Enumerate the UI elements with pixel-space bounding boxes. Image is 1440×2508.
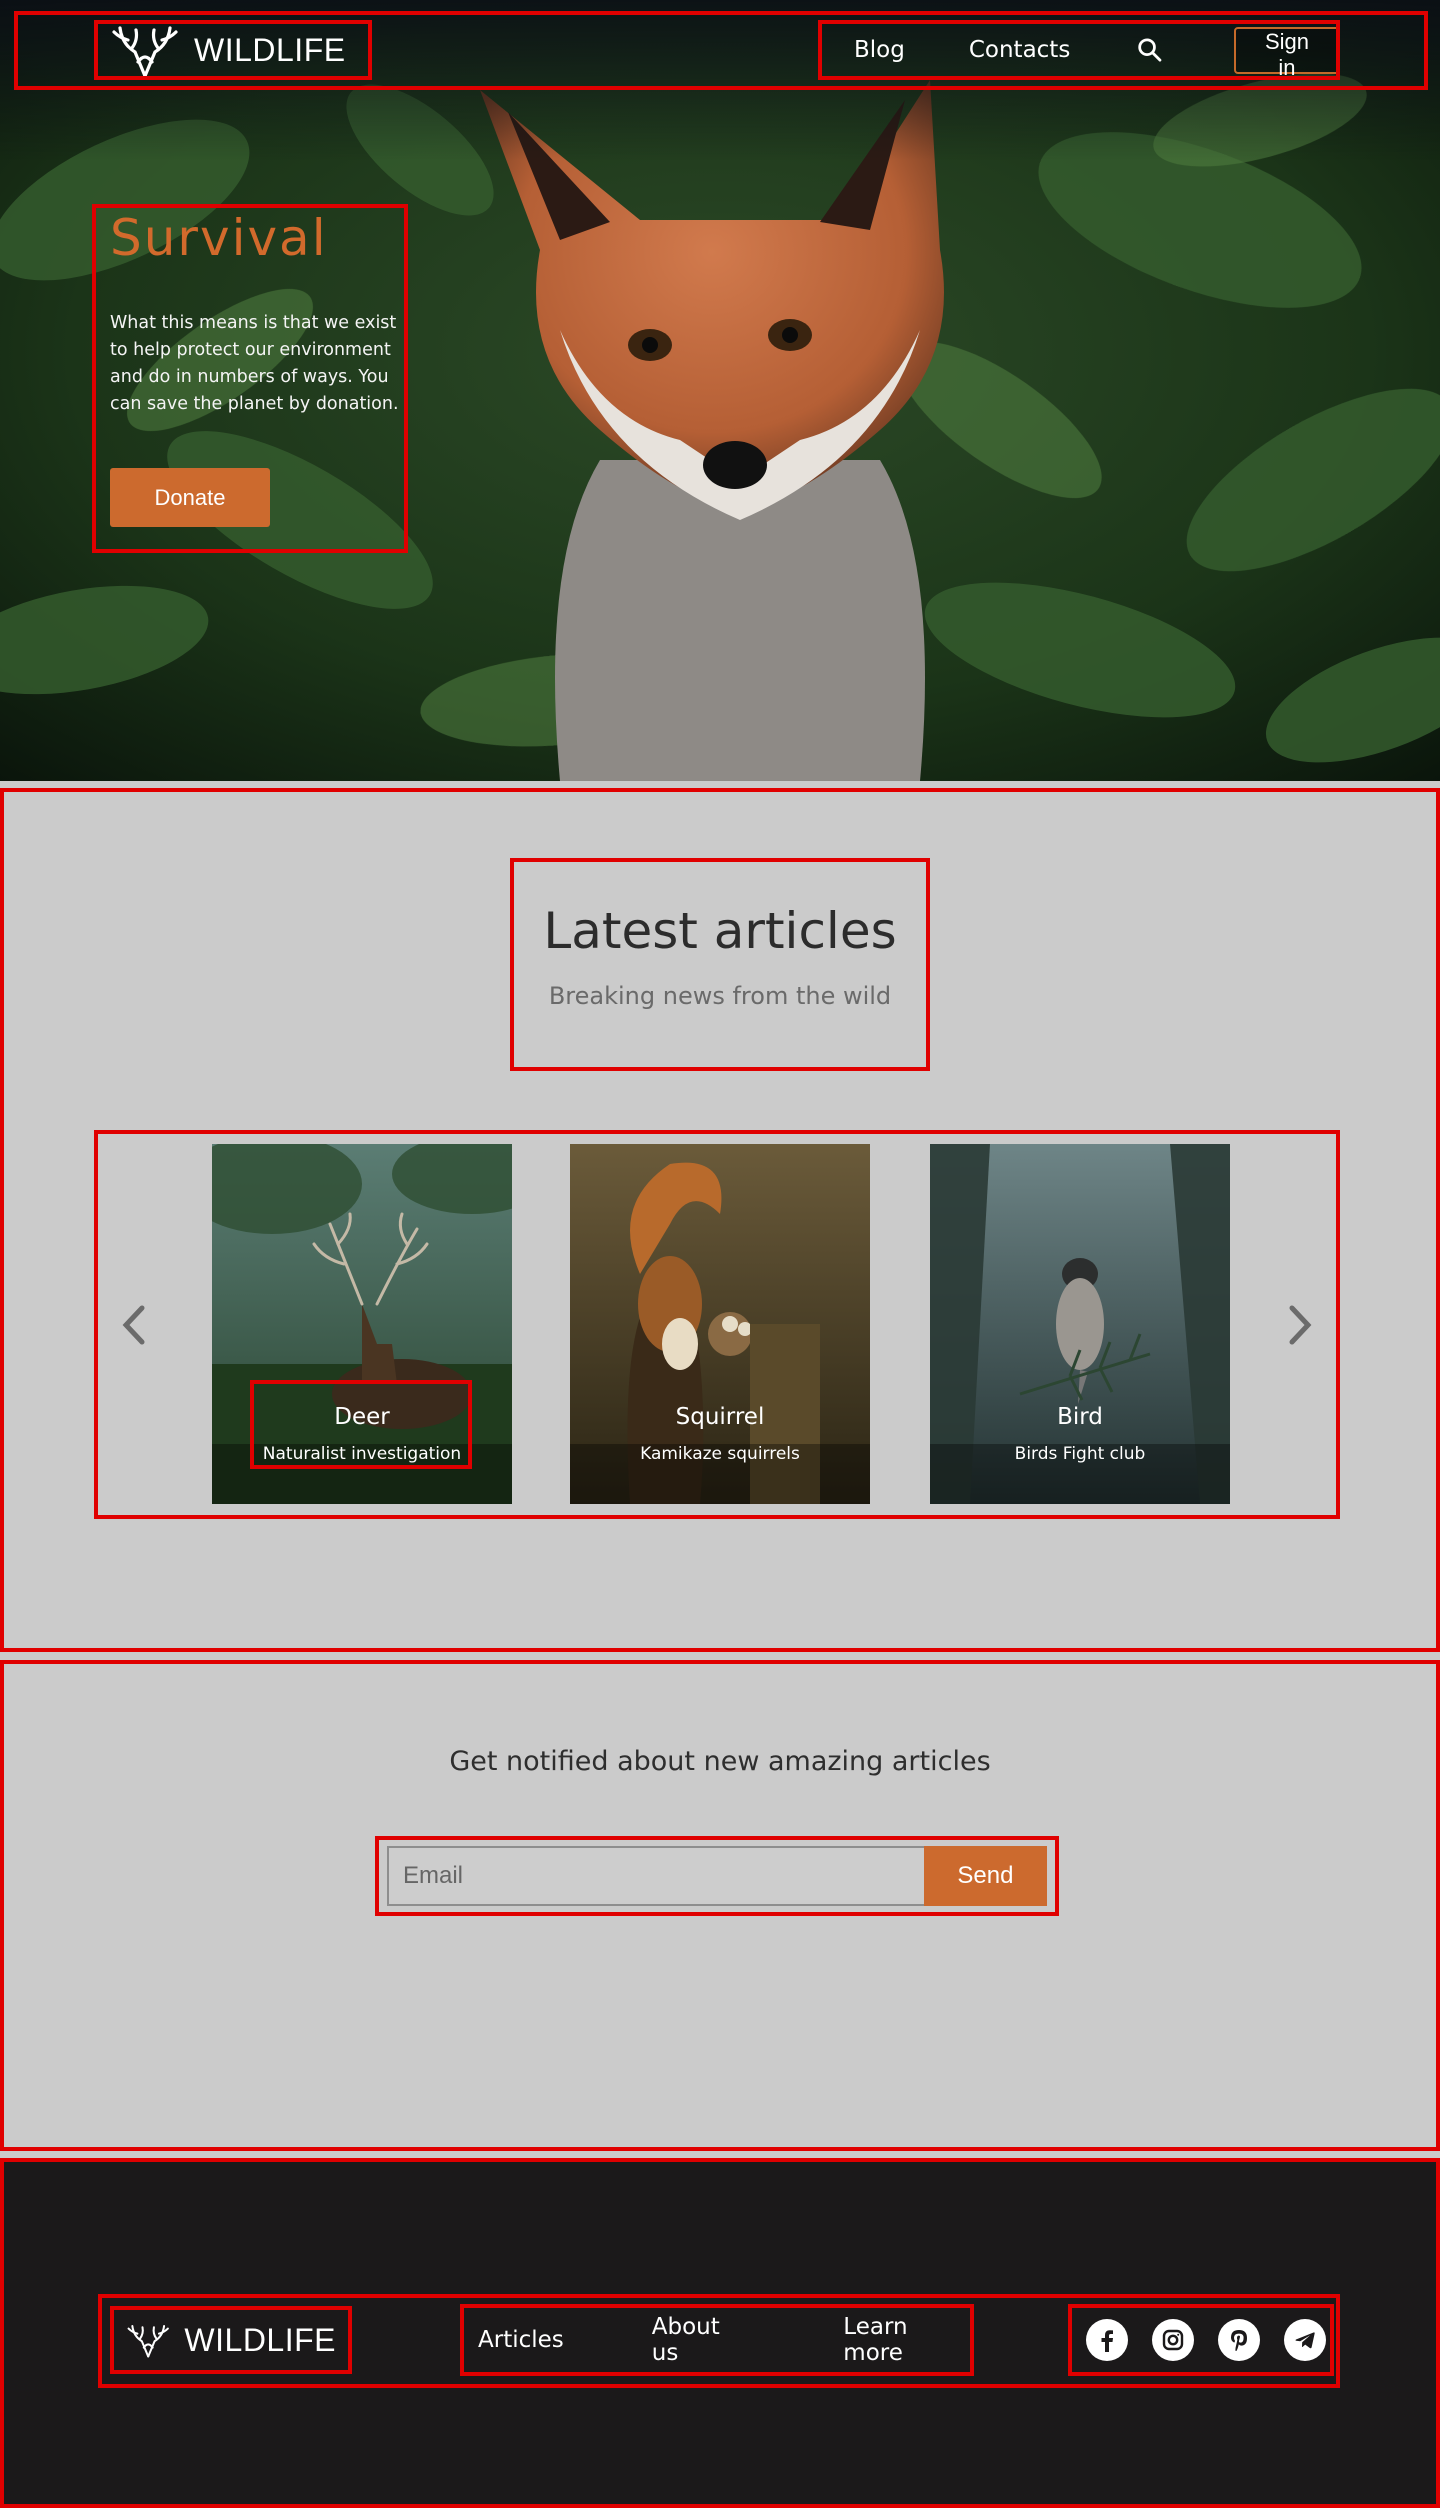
- top-navbar: WILDLIFE Blog Contacts Sign in: [14, 11, 1428, 90]
- hero-section: WILDLIFE Blog Contacts Sign in Survival …: [0, 0, 1440, 781]
- card-title: Deer: [334, 1404, 390, 1430]
- donate-button[interactable]: Donate: [110, 468, 270, 527]
- brand-logo[interactable]: WILDLIFE: [94, 20, 372, 80]
- articles-header: Latest articles Breaking news from the w…: [510, 858, 930, 1071]
- footer-links: Articles About us Learn more: [460, 2304, 974, 2376]
- newsletter-form: Send: [375, 1836, 1059, 1916]
- chevron-right-icon[interactable]: [1274, 1300, 1324, 1350]
- newsletter-title: Get notified about new amazing articles: [449, 1746, 991, 1777]
- article-card-squirrel[interactable]: Squirrel Kamikaze squirrels: [570, 1144, 870, 1504]
- nav-links: Blog Contacts Sign in: [818, 20, 1340, 80]
- card-label: Bird Birds Fight club: [930, 1404, 1230, 1464]
- nav-blog-link[interactable]: Blog: [854, 37, 905, 63]
- card-title: Bird: [1057, 1404, 1103, 1430]
- antlers-icon: [127, 2325, 169, 2358]
- footer-learn-more-link[interactable]: Learn more: [843, 2314, 974, 2366]
- article-card-deer[interactable]: Deer Naturalist investigation: [212, 1144, 512, 1504]
- email-input[interactable]: [387, 1846, 924, 1906]
- footer: WILDLIFE Articles About us Learn more: [0, 2158, 1440, 2508]
- card-label: Squirrel Kamikaze squirrels: [570, 1404, 870, 1464]
- nav-contacts-link[interactable]: Contacts: [969, 37, 1070, 63]
- hero-text: What this means is that we exist to help…: [110, 313, 399, 414]
- brand-name: WILDLIFE: [194, 31, 346, 68]
- sign-in-button[interactable]: Sign in: [1233, 26, 1340, 80]
- telegram-icon[interactable]: [1284, 2319, 1326, 2361]
- hero-title: Survival: [110, 209, 328, 267]
- footer-row: WILDLIFE Articles About us Learn more: [98, 2294, 1340, 2388]
- chevron-left-icon[interactable]: [110, 1300, 160, 1350]
- send-button[interactable]: Send: [923, 1846, 1047, 1906]
- footer-about-link[interactable]: About us: [652, 2314, 754, 2366]
- antlers-icon: [112, 26, 178, 78]
- card-subtitle: Kamikaze squirrels: [640, 1444, 800, 1464]
- search-icon[interactable]: [1136, 35, 1164, 65]
- card-title: Squirrel: [675, 1404, 765, 1430]
- card-subtitle: Naturalist investigation: [262, 1444, 462, 1464]
- article-card-bird[interactable]: Bird Birds Fight club: [930, 1144, 1230, 1504]
- articles-carousel: Deer Naturalist investigation Squirrel K…: [94, 1130, 1340, 1519]
- instagram-icon[interactable]: [1152, 2319, 1194, 2361]
- facebook-icon[interactable]: [1086, 2319, 1128, 2361]
- footer-logo[interactable]: WILDLIFE: [110, 2306, 352, 2374]
- articles-section: Latest articles Breaking news from the w…: [0, 788, 1440, 1652]
- pinterest-icon[interactable]: [1218, 2319, 1260, 2361]
- articles-title: Latest articles: [543, 902, 897, 960]
- card-subtitle: Birds Fight club: [1014, 1444, 1146, 1464]
- card-label: Deer Naturalist investigation: [212, 1404, 512, 1464]
- social-links: [1068, 2304, 1334, 2376]
- articles-subtitle: Breaking news from the wild: [548, 982, 892, 1010]
- footer-articles-link[interactable]: Articles: [478, 2327, 564, 2353]
- hero-card: Survival What this means is that we exis…: [92, 204, 408, 553]
- footer-brand-name: WILDLIFE: [184, 2321, 336, 2358]
- newsletter-section: Get notified about new amazing articles …: [0, 1660, 1440, 2151]
